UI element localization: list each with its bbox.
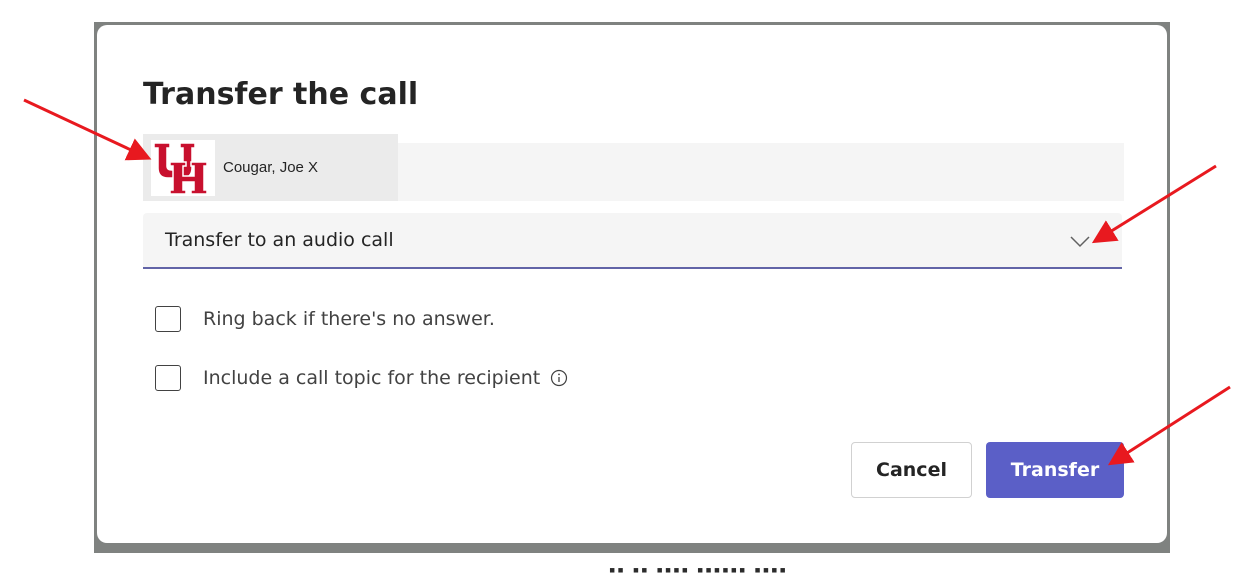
dialog-title: Transfer the call [143,77,419,112]
call-topic-label: Include a call topic for the recipient [203,367,541,389]
ring-back-option[interactable]: Ring back if there's no answer. [155,306,495,332]
recipient-name: Cougar, Joe X [223,159,319,176]
info-icon[interactable] [550,369,568,387]
recipient-pill[interactable]: Cougar, Joe X [143,134,398,201]
recipient-field[interactable]: Cougar, Joe X [143,134,1124,201]
transfer-type-dropdown[interactable]: Transfer to an audio call [143,213,1122,269]
chevron-down-icon[interactable] [1068,231,1092,251]
call-topic-checkbox[interactable] [155,365,181,391]
ring-back-label: Ring back if there's no answer. [203,308,495,330]
transfer-button[interactable]: Transfer [986,442,1124,498]
call-topic-option[interactable]: Include a call topic for the recipient [155,365,568,391]
uh-logo-icon [151,139,215,196]
obscured-background-text: ▪▪ ▪▪ ▪▪▪▪ ▪▪▪▪▪▪ ▪▪▪▪ [609,560,788,575]
ring-back-checkbox[interactable] [155,306,181,332]
cancel-button[interactable]: Cancel [851,442,972,498]
transfer-type-value: Transfer to an audio call [165,229,394,251]
transfer-call-dialog: Transfer the call Cougar, Joe X Transfer… [97,25,1167,543]
